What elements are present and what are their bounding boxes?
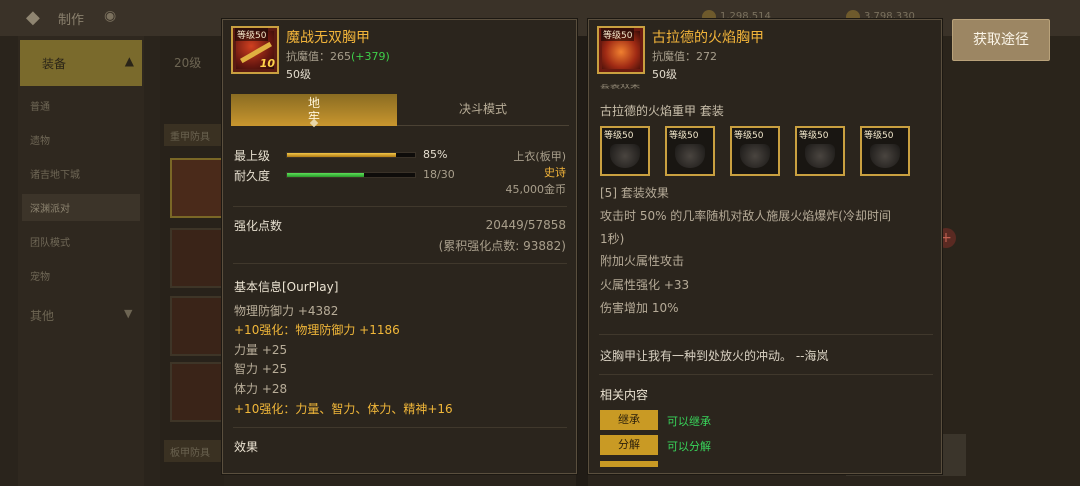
mode-tabs: 地 牢 决斗模式 bbox=[231, 94, 569, 128]
sidebar-header-equipment[interactable]: 装备 ▲ bbox=[20, 40, 142, 86]
set-piece-icon[interactable]: 等级50 bbox=[600, 126, 650, 176]
divider bbox=[233, 427, 567, 428]
set-name: 古拉德的火焰重甲 套装 bbox=[600, 104, 724, 118]
set-piece-level: 等级50 bbox=[864, 131, 894, 141]
set-effect-title: [5] 套装效果 bbox=[600, 186, 669, 200]
sidebar-other[interactable]: 其他 bbox=[30, 307, 54, 324]
basic-line: 物理防御力 +4382 bbox=[234, 304, 339, 318]
icon-level-badge: 等级50 bbox=[601, 28, 635, 41]
set-effect-line: 1秒) bbox=[600, 232, 625, 246]
enhance-total: (累积强化点数: 93882) bbox=[438, 239, 566, 253]
related-title: 相关内容 bbox=[600, 388, 649, 402]
divider bbox=[233, 206, 567, 207]
screen-title: 制作 bbox=[58, 13, 85, 28]
item-header: 等级50 古拉德的火焰胸甲 抗魔值：272 50级 bbox=[589, 20, 941, 84]
item-thumbnail[interactable] bbox=[170, 296, 224, 356]
disassemble-button[interactable]: 分解 bbox=[600, 435, 658, 455]
eye-icon[interactable]: ◉ bbox=[104, 8, 116, 24]
item-level: 50级 bbox=[652, 68, 677, 81]
sidebar-header-label: 装备 bbox=[42, 57, 67, 71]
back-arrow-icon[interactable]: ◆ bbox=[26, 8, 46, 28]
set-effect-line: 攻击时 50% 的几率随机对敌人施展火焰爆炸(冷却时间 bbox=[600, 209, 891, 223]
set-section-cut-title: 套装效果 bbox=[600, 84, 640, 91]
panel-gap bbox=[576, 36, 588, 486]
sidebar-item[interactable]: 团队模式 bbox=[30, 234, 70, 249]
basic-line: 力量 +25 bbox=[234, 343, 288, 357]
detail-area bbox=[942, 36, 1080, 486]
durability-bar bbox=[286, 172, 416, 178]
stat-value: 265 bbox=[330, 50, 351, 63]
item-icon: 等级50 10 bbox=[231, 26, 279, 74]
disassemble-note: 可以分解 bbox=[667, 440, 711, 453]
grade-percent: 85% bbox=[423, 148, 448, 161]
basic-line-enhance: +10强化：物理防御力 +1186 bbox=[234, 323, 400, 337]
sidebar-item[interactable]: 诸吉地下城 bbox=[30, 166, 80, 181]
group-header[interactable]: 重甲防具 bbox=[164, 124, 224, 146]
item-icon: 等级50 bbox=[597, 26, 645, 74]
item-tooltip-equipped: 等级50 10 魔战无双胸甲 抗魔值：265(+379) 50级 地 牢 决斗模… bbox=[222, 19, 577, 474]
item-header: 等级50 10 魔战无双胸甲 抗魔值：265(+379) 50级 bbox=[223, 20, 576, 84]
item-thumbnail[interactable] bbox=[170, 362, 224, 422]
set-effect-line: 附加火属性攻击 bbox=[600, 254, 685, 268]
grade-label: 最上级 bbox=[234, 149, 271, 163]
item-thumbnail[interactable] bbox=[170, 158, 224, 218]
stat-label: 抗魔值： bbox=[286, 50, 330, 63]
basic-line-enhance: +10强化：力量、智力、体力、精神+16 bbox=[234, 402, 453, 416]
item-slot: 上衣(板甲) bbox=[513, 150, 566, 163]
enhance-value: 20449/57858 bbox=[485, 218, 566, 232]
sidebar-item[interactable]: 遗物 bbox=[30, 132, 50, 147]
set-effect-line: 火属性强化 +33 bbox=[600, 278, 690, 292]
item-price: 45,000金币 bbox=[505, 183, 567, 196]
enhance-label: 强化点数 bbox=[234, 219, 283, 233]
icon-level-badge: 等级50 bbox=[235, 28, 269, 41]
item-rarity: 史诗 bbox=[544, 166, 566, 179]
flavor-text: 这胸甲让我有一种到处放火的冲动。 --海岚 bbox=[600, 349, 829, 363]
divider bbox=[233, 263, 567, 264]
effect-title: 效果 bbox=[234, 440, 259, 454]
inherit-note: 可以继承 bbox=[667, 415, 711, 428]
basic-info-title: 基本信息[OurPlay] bbox=[234, 280, 339, 294]
set-piece-level: 等级50 bbox=[799, 131, 829, 141]
sidebar-item[interactable]: 普通 bbox=[30, 98, 50, 113]
divider bbox=[599, 334, 933, 335]
durability-value: 18/30 bbox=[423, 168, 455, 181]
sidebar-item-selected[interactable]: 深渊派对 bbox=[22, 194, 140, 221]
get-source-button[interactable]: 获取途径 bbox=[952, 19, 1050, 61]
icon-enhance-badge: 10 bbox=[259, 57, 275, 70]
item-resist-stat: 抗魔值：272 bbox=[652, 48, 717, 64]
stat-value: 272 bbox=[696, 50, 717, 63]
chevron-down-icon: ▼ bbox=[124, 307, 133, 320]
item-name: 古拉德的火焰胸甲 bbox=[652, 30, 764, 46]
stat-label: 抗魔值： bbox=[652, 50, 696, 63]
item-thumbnail[interactable] bbox=[170, 228, 224, 288]
inherit-button[interactable]: 继承 bbox=[600, 410, 658, 430]
basic-line: 智力 +25 bbox=[234, 362, 288, 376]
grade-bar bbox=[286, 152, 416, 158]
basic-line: 体力 +28 bbox=[234, 382, 288, 396]
item-tooltip-compare: 等级50 古拉德的火焰胸甲 抗魔值：272 50级 套装效果 古拉德的火焰重甲 … bbox=[588, 19, 942, 474]
set-piece-icon[interactable]: 等级50 bbox=[795, 126, 845, 176]
tab-dungeon[interactable]: 地 牢 bbox=[231, 94, 397, 128]
item-name: 魔战无双胸甲 bbox=[286, 30, 370, 46]
stat-bonus: (+379) bbox=[351, 50, 390, 63]
next-action-button[interactable] bbox=[600, 461, 658, 467]
set-piece-icon[interactable]: 等级50 bbox=[730, 126, 780, 176]
set-piece-level: 等级50 bbox=[669, 131, 699, 141]
item-resist-stat: 抗魔值：265(+379) bbox=[286, 48, 390, 64]
chevron-up-icon: ▲ bbox=[124, 54, 134, 68]
item-level: 50级 bbox=[286, 68, 311, 81]
set-piece-icon[interactable]: 等级50 bbox=[860, 126, 910, 176]
set-effect-line: 伤害增加 10% bbox=[600, 301, 679, 315]
tab-pvp[interactable]: 决斗模式 bbox=[397, 94, 569, 126]
group-header[interactable]: 板甲防具 bbox=[164, 440, 224, 462]
divider bbox=[599, 374, 933, 375]
set-piece-level: 等级50 bbox=[604, 131, 634, 141]
durability-label: 耐久度 bbox=[234, 169, 271, 183]
set-piece-icon[interactable]: 等级50 bbox=[665, 126, 715, 176]
sidebar-item[interactable]: 宠物 bbox=[30, 268, 50, 283]
level-filter[interactable]: 20级 bbox=[174, 54, 201, 71]
set-piece-level: 等级50 bbox=[734, 131, 764, 141]
